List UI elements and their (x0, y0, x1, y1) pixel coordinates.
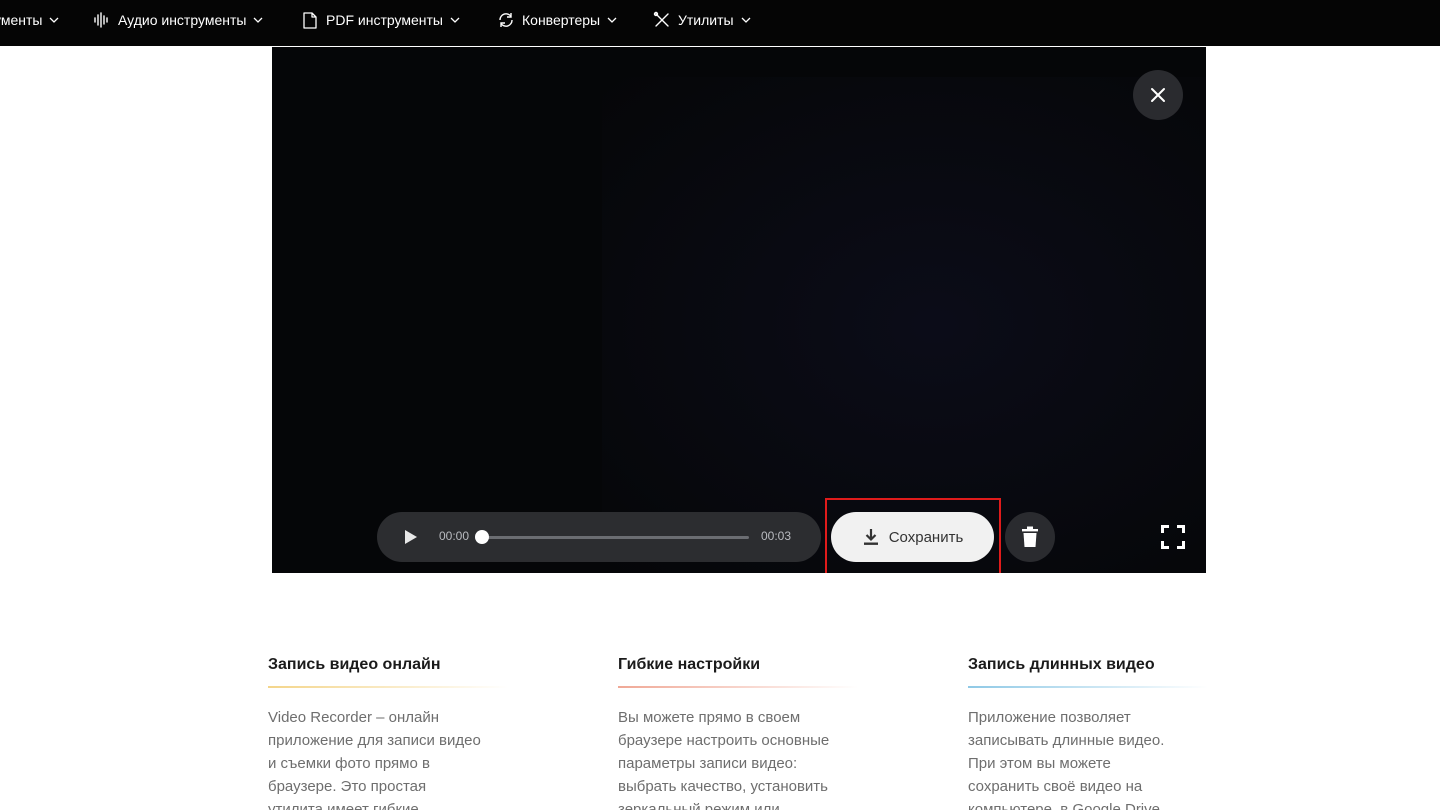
nav-item-label: Конвертеры (522, 12, 601, 28)
convert-icon (496, 10, 516, 30)
fullscreen-icon (1161, 525, 1185, 549)
feature-text-line: записывать длинные видео. (968, 732, 1165, 749)
progress-track[interactable] (481, 536, 749, 539)
accent-divider (968, 686, 1208, 688)
chevron-down-icon (48, 14, 60, 26)
tools-icon (652, 10, 672, 30)
feature-text-line: параметры записи видео: (618, 755, 798, 772)
feature-text-line: Вы можете прямо в своем (618, 709, 801, 726)
save-button-label: Сохранить (888, 528, 964, 546)
feature-text-line: и съемки фото прямо в (268, 755, 430, 772)
feature-flexible-settings: Гибкие настройки Вы можете прямо в своем… (618, 656, 858, 810)
trash-icon (1022, 526, 1038, 547)
nav-item-converters[interactable]: Конвертеры (496, 0, 618, 40)
audio-wave-icon (92, 10, 112, 30)
nav-item-utilities[interactable]: Утилиты (652, 0, 752, 40)
feature-text-line: компьютере, в Google Drive (968, 801, 1160, 810)
feature-text: Video Recorder – онлайн приложение для з… (268, 706, 508, 810)
feature-text-line: выбрать качество, установить (618, 778, 828, 795)
play-icon (405, 530, 417, 544)
save-button[interactable]: Сохранить (831, 512, 994, 562)
feature-text-line: При этом вы можете (968, 755, 1111, 772)
chevron-down-icon (449, 14, 461, 26)
nav-item-label: Утилиты (678, 12, 734, 28)
accent-divider (618, 686, 858, 688)
progress-thumb[interactable] (475, 530, 489, 544)
fullscreen-button[interactable] (1157, 521, 1189, 553)
feature-text-line: сохранить своё видео на (968, 778, 1143, 795)
feature-text-line: браузере настроить основные (618, 732, 830, 749)
audio-video-player: 00:00 00:03 (377, 512, 821, 562)
nav-item-video-tools[interactable]: ументы (0, 0, 60, 40)
nav-item-label: Аудио инструменты (118, 12, 247, 28)
feature-text-line: зеркальный режим или (618, 801, 780, 810)
feature-title: Гибкие настройки (618, 656, 761, 673)
video-preview: 00:00 00:03 Сохранить (272, 47, 1206, 573)
accent-divider (268, 686, 508, 688)
feature-long-videos: Запись длинных видео Приложение позволяе… (968, 656, 1208, 810)
top-navigation: ументы Аудио инструменты PDF инструменты… (0, 0, 1440, 46)
feature-text: Приложение позволяет записывать длинные … (968, 706, 1208, 810)
delete-button[interactable] (1005, 512, 1055, 562)
nav-item-label: ументы (0, 12, 43, 28)
feature-text-line: приложение для записи видео (268, 732, 481, 749)
feature-text-line: утилита имеет гибкие (268, 801, 419, 810)
feature-text-line: браузере. Это простая (268, 778, 427, 795)
close-button[interactable] (1133, 70, 1183, 120)
chevron-down-icon (740, 14, 752, 26)
chevron-down-icon (606, 14, 618, 26)
feature-text: Вы можете прямо в своем браузере настрои… (618, 706, 858, 810)
feature-text-line: Video Recorder – онлайн (268, 709, 440, 726)
feature-title: Запись видео онлайн (268, 656, 441, 673)
current-time: 00:00 (439, 529, 470, 543)
feature-text-line: Приложение позволяет (968, 709, 1131, 726)
feature-title: Запись длинных видео (968, 656, 1155, 673)
duration: 00:03 (761, 529, 792, 543)
nav-item-audio-tools[interactable]: Аудио инструменты (92, 0, 264, 40)
document-icon (300, 10, 320, 30)
chevron-down-icon (252, 14, 264, 26)
nav-item-pdf-tools[interactable]: PDF инструменты (300, 0, 461, 40)
download-icon (862, 528, 880, 546)
feature-online-recording: Запись видео онлайн Video Recorder – онл… (268, 656, 508, 810)
close-icon (1151, 88, 1165, 102)
nav-item-label: PDF инструменты (326, 12, 443, 28)
play-button[interactable] (401, 527, 421, 547)
